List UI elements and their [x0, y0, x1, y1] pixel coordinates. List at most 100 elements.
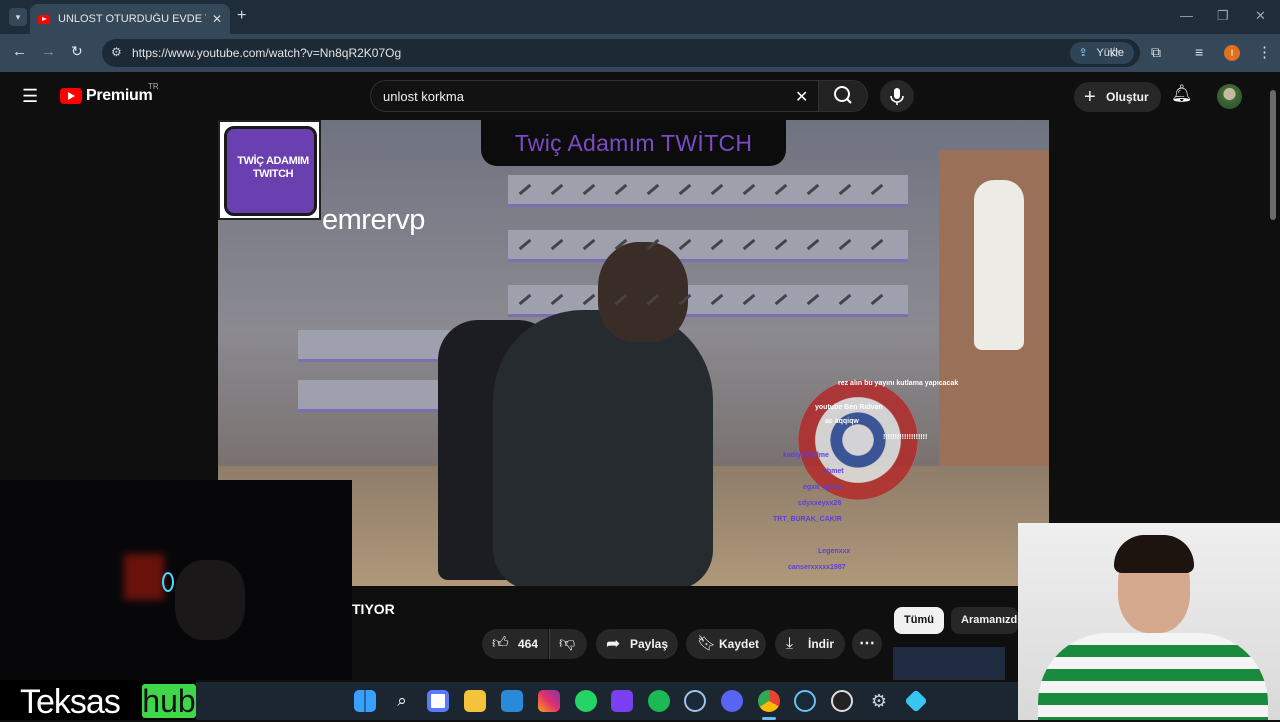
- thumbs-down-icon: 👎︎: [559, 635, 576, 652]
- restore-icon[interactable]: ❐: [1217, 8, 1229, 24]
- steam-secondary-icon[interactable]: [794, 690, 816, 712]
- microphone-icon: [890, 88, 904, 105]
- webcam-background-light: [124, 554, 164, 600]
- share-icon: ➦: [606, 634, 621, 653]
- search-button[interactable]: [818, 80, 868, 112]
- wall-shelf: [508, 230, 908, 262]
- like-count: 464: [518, 637, 539, 651]
- youtube-logo-icon[interactable]: [60, 88, 82, 104]
- url-text: https://www.youtube.com/watch?v=Nn8qR2K0…: [132, 46, 402, 60]
- webcam-overlay: [0, 480, 352, 680]
- download-label: İndir: [808, 637, 834, 651]
- search-icon: [834, 86, 852, 104]
- chrome-icon[interactable]: [758, 690, 780, 712]
- channel-banner: Twiç Adamım TWİTCH: [481, 120, 786, 166]
- chat-message: ac aqqiqw: [825, 418, 859, 425]
- twitch-badge-inner: TWİÇ ADAMIM TWITCH: [224, 126, 317, 216]
- youtube-premium-label[interactable]: Premium: [86, 87, 153, 105]
- chat-message: canserxxxxx1987: [788, 564, 846, 571]
- clipchamp-icon[interactable]: [611, 690, 633, 712]
- minimize-icon[interactable]: —: [1180, 8, 1193, 23]
- related-video-thumbnail[interactable]: [893, 647, 1005, 680]
- voice-search-button[interactable]: [880, 80, 914, 112]
- snipping-tool-icon[interactable]: [427, 690, 449, 712]
- logo-text-hub: hub: [142, 683, 196, 719]
- streamer-name: emrervp: [322, 204, 425, 236]
- create-button[interactable]: + Oluştur: [1074, 82, 1161, 112]
- reload-icon[interactable]: ↻: [71, 43, 83, 60]
- hanging-coat: [974, 180, 1024, 350]
- headset-light: [162, 572, 174, 592]
- twitch-badge-text: TWİÇ ADAMIM TWITCH: [237, 155, 309, 180]
- youtube-header: ☰ Premium TR unlost korkma ✕ + Oluştur 🔔…: [0, 72, 1280, 120]
- discord-icon[interactable]: [721, 690, 743, 712]
- region-code: TR: [148, 82, 159, 91]
- save-label: Kaydet: [719, 637, 760, 651]
- more-actions-button[interactable]: ⋯: [852, 629, 882, 659]
- youtube-favicon-icon: [38, 14, 50, 24]
- thumbs-up-icon: 👍︎: [492, 635, 509, 652]
- portrait-hair: [1114, 535, 1194, 573]
- hamburger-menu-icon[interactable]: ☰: [22, 86, 38, 107]
- dislike-button[interactable]: 👎︎: [549, 629, 587, 659]
- streamer-figure: [493, 310, 713, 586]
- notifications-bell-icon[interactable]: 🔔︎: [1171, 84, 1193, 104]
- bookmark-star-icon[interactable]: ☆: [1108, 44, 1121, 61]
- tab-title: UNLOST OTURDUĞU EVDE TOR: [58, 13, 206, 25]
- steam-icon[interactable]: [684, 690, 706, 712]
- chat-message: youtube Ben Rıdvan: [815, 404, 883, 411]
- close-window-icon[interactable]: ✕: [1255, 8, 1266, 24]
- chat-message: !!!!!!!!!!!!!!!!!!!: [883, 434, 928, 441]
- taskbar-search-icon[interactable]: ⌕: [391, 690, 413, 712]
- twitch-badge-logo: TWİÇ ADAMIM TWITCH: [218, 120, 321, 220]
- search-input[interactable]: unlost korkma ✕: [370, 80, 818, 112]
- share-button[interactable]: ➦ Paylaş: [596, 629, 678, 659]
- profile-avatar[interactable]: I: [1224, 45, 1240, 61]
- teksashub-logo: Teksas hub: [0, 680, 196, 721]
- clear-search-icon[interactable]: ✕: [795, 87, 808, 107]
- chip-related[interactable]: Aramanızd: [951, 607, 1018, 634]
- extensions-icon[interactable]: ⧉: [1151, 44, 1161, 61]
- save-button[interactable]: 🔖︎ Kaydet: [686, 629, 766, 659]
- file-explorer-icon[interactable]: [464, 690, 486, 712]
- striped-jersey: [1038, 633, 1268, 720]
- chip-all[interactable]: Tümü: [894, 607, 944, 634]
- windows-taskbar: ⌕ ⚙: [196, 682, 1018, 720]
- spotify-icon[interactable]: [648, 690, 670, 712]
- video-title: TIYOR: [352, 601, 395, 617]
- download-button[interactable]: ⤓ İndir: [775, 629, 845, 659]
- obs-icon[interactable]: [831, 690, 853, 712]
- address-bar[interactable]: ⚙ https://www.youtube.com/watch?v=Nn8qR2…: [102, 39, 1140, 67]
- streamer-head: [598, 242, 688, 342]
- browser-tab-bar: ▾ UNLOST OTURDUĞU EVDE TOR ✕ + — ❐ ✕: [0, 0, 1280, 34]
- more-dots-icon: ⋯: [859, 635, 875, 652]
- app-icon[interactable]: [904, 689, 928, 713]
- instagram-icon[interactable]: [538, 690, 560, 712]
- portrait-overlay: [1018, 523, 1280, 720]
- account-avatar[interactable]: [1217, 84, 1242, 109]
- chat-message: Legenxxx: [818, 548, 851, 555]
- microsoft-store-icon[interactable]: [501, 690, 523, 712]
- chat-message: kadiyukselme: [783, 452, 829, 459]
- browser-tab[interactable]: UNLOST OTURDUĞU EVDE TOR ✕: [30, 4, 230, 34]
- browser-toolbar: ← → ↻ ⚙ https://www.youtube.com/watch?v=…: [0, 34, 1280, 72]
- whatsapp-icon[interactable]: [575, 690, 597, 712]
- browser-menu-icon[interactable]: ⋮: [1257, 43, 1272, 61]
- back-icon[interactable]: ←: [12, 43, 27, 60]
- plus-icon: +: [1084, 86, 1096, 108]
- page-scrollbar[interactable]: [1270, 90, 1276, 220]
- close-tab-icon[interactable]: ✕: [212, 12, 222, 26]
- like-button[interactable]: 👍︎ 464: [482, 629, 548, 659]
- media-controls-icon[interactable]: ≡: [1195, 44, 1203, 60]
- forward-icon[interactable]: →: [41, 43, 56, 60]
- site-info-icon[interactable]: ⚙: [111, 45, 122, 59]
- install-app-button[interactable]: ⇪ Yükle: [1070, 42, 1134, 64]
- new-tab-button[interactable]: +: [237, 7, 246, 25]
- windows-start-icon[interactable]: [354, 690, 376, 712]
- chat-message: cdyxxeyxx28: [798, 500, 842, 507]
- settings-gear-icon[interactable]: ⚙: [868, 690, 890, 712]
- banner-text: Twiç Adamım TWİTCH: [514, 130, 753, 156]
- tab-list-menu-icon[interactable]: ▾: [9, 8, 27, 26]
- search-query: unlost korkma: [383, 89, 464, 104]
- wall-shelf: [508, 175, 908, 207]
